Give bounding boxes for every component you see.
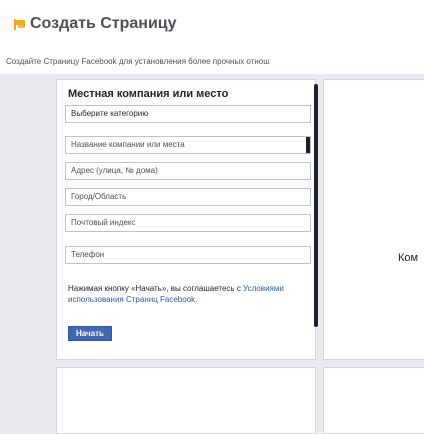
start-button[interactable]: Начать bbox=[68, 326, 112, 341]
category-card-bottom-right[interactable] bbox=[323, 367, 424, 434]
phone-input[interactable]: Телефон bbox=[65, 246, 311, 264]
business-name-input[interactable]: Название компании или места bbox=[65, 136, 311, 154]
business-name-placeholder: Название компании или места bbox=[71, 140, 185, 149]
create-page-flag-icon bbox=[14, 19, 25, 30]
page-subtitle: Создайте Страницу Facebook для установле… bbox=[6, 57, 270, 66]
page-header: Создать Страницу Создайте Страницу Faceb… bbox=[0, 0, 424, 74]
company-card[interactable]: Ком bbox=[323, 79, 424, 360]
category-card-bottom-left[interactable] bbox=[56, 367, 316, 434]
page-title: Создать Страницу bbox=[30, 15, 177, 32]
local-business-card: Местная компания или место Выберите кате… bbox=[56, 79, 318, 360]
category-select[interactable]: Выберите категорию bbox=[65, 105, 311, 123]
address-placeholder: Адрес (улица, № дома) bbox=[71, 166, 158, 175]
terms-text: Нажимая кнопку «Начать», вы соглашаетесь… bbox=[68, 283, 316, 305]
category-grid: Местная компания или место Выберите кате… bbox=[0, 74, 424, 434]
zip-input[interactable]: Почтовый индекс bbox=[65, 214, 311, 232]
company-card-label: Ком bbox=[398, 252, 419, 264]
address-input[interactable]: Адрес (улица, № дома) bbox=[65, 162, 311, 180]
zip-placeholder: Почтовый индекс bbox=[71, 218, 136, 227]
phone-placeholder: Телефон bbox=[71, 250, 105, 259]
city-input[interactable]: Город/Область bbox=[65, 188, 311, 206]
city-placeholder: Город/Область bbox=[71, 192, 127, 201]
terms-intro: Нажимая кнопку «Начать», вы соглашаетесь… bbox=[68, 284, 241, 293]
input-scroll-indicator bbox=[306, 137, 310, 153]
category-select-label: Выберите категорию bbox=[71, 109, 149, 118]
card-title: Местная компания или место bbox=[68, 88, 229, 100]
